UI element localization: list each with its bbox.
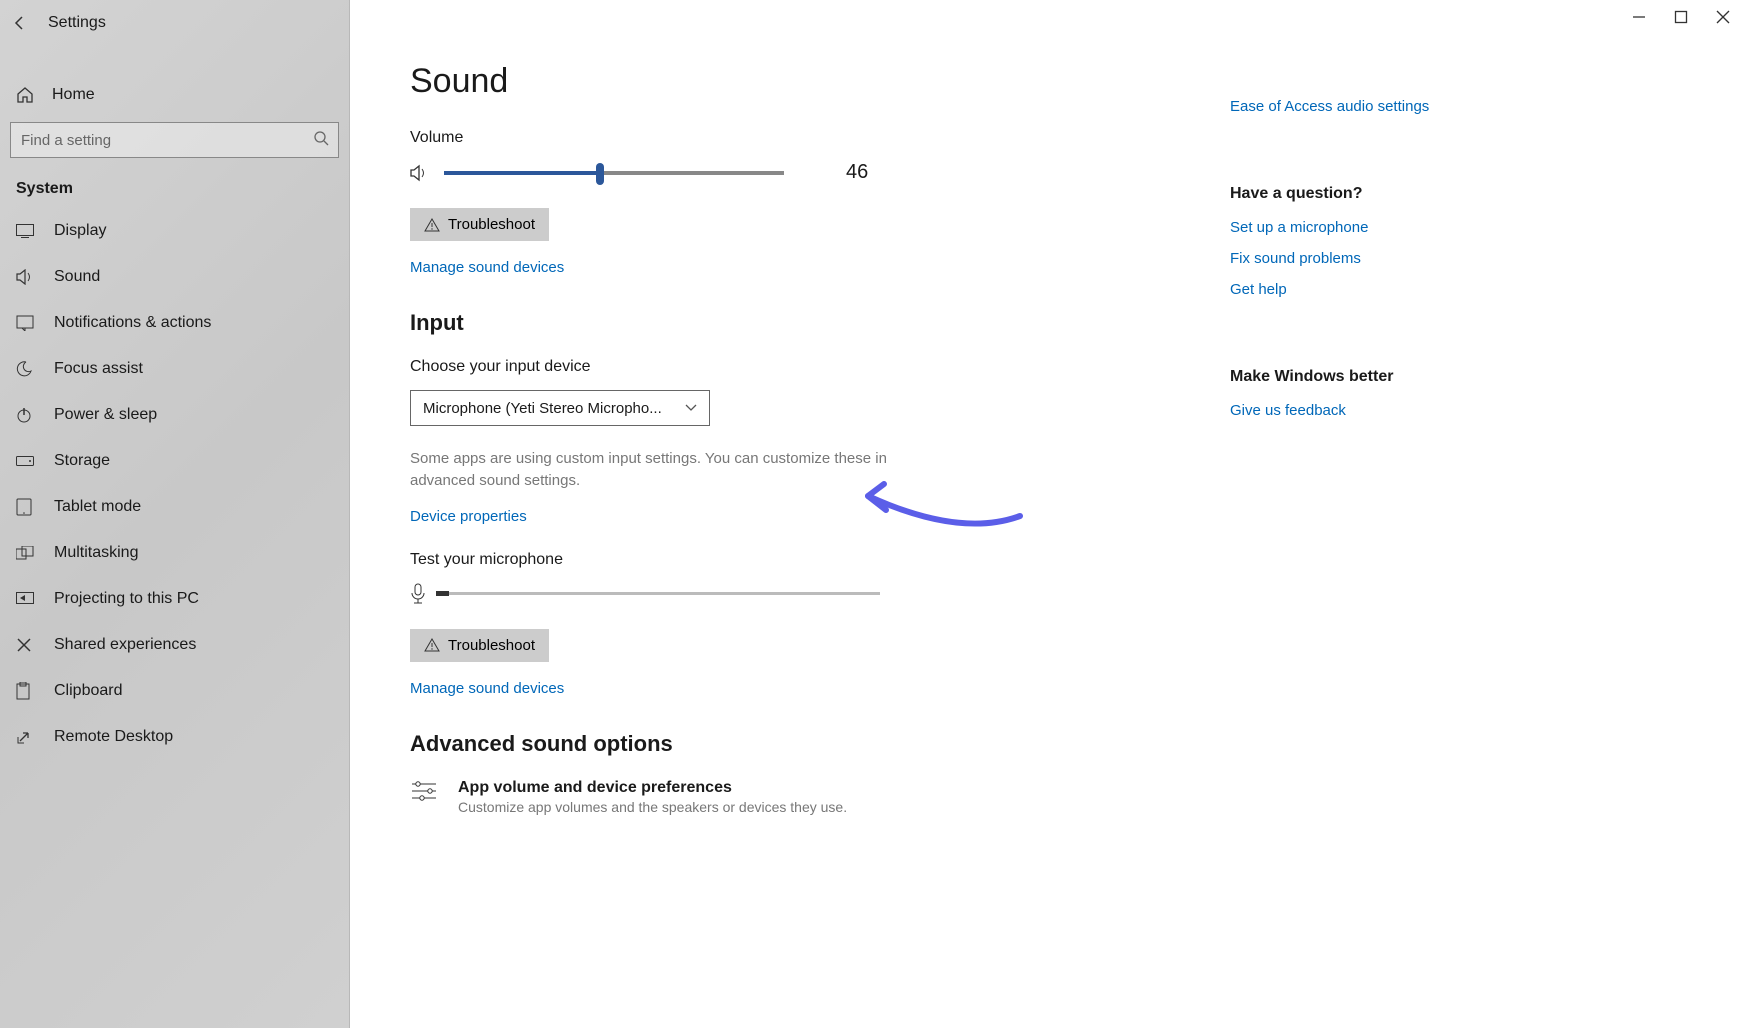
troubleshoot-output-button[interactable]: Troubleshoot xyxy=(410,208,549,241)
home-icon xyxy=(16,86,36,104)
app-volume-title: App volume and device preferences xyxy=(458,779,847,797)
back-button[interactable]: Settings xyxy=(0,6,349,40)
setup-mic-link[interactable]: Set up a microphone xyxy=(1230,219,1490,236)
troubleshoot-label: Troubleshoot xyxy=(448,216,535,233)
back-arrow-icon xyxy=(12,15,32,31)
better-heading: Make Windows better xyxy=(1230,368,1490,386)
sidebar-item-notifications[interactable]: Notifications & actions xyxy=(0,300,349,346)
speaker-icon xyxy=(410,164,430,182)
projecting-icon xyxy=(16,592,36,606)
sidebar-item-label: Power & sleep xyxy=(54,406,157,424)
remote-icon xyxy=(16,729,36,745)
sidebar-item-display[interactable]: Display xyxy=(0,208,349,254)
ease-of-access-link[interactable]: Ease of Access audio settings xyxy=(1230,98,1490,115)
warning-icon xyxy=(424,218,440,232)
custom-apps-text: Some apps are using custom input setting… xyxy=(410,448,890,492)
power-icon xyxy=(16,407,36,423)
input-device-dropdown[interactable]: Microphone (Yeti Stereo Micropho... xyxy=(410,390,710,426)
sidebar-item-focus[interactable]: Focus assist xyxy=(0,346,349,392)
volume-slider[interactable] xyxy=(444,171,784,175)
manage-devices-link-output[interactable]: Manage sound devices xyxy=(410,259,564,276)
sidebar-item-label: Display xyxy=(54,222,106,240)
feedback-link[interactable]: Give us feedback xyxy=(1230,402,1490,419)
sidebar-item-label: Shared experiences xyxy=(54,636,196,654)
page-title: Sound xyxy=(410,62,1110,101)
main-content: Sound Volume 46 Troubleshoot Manage soun… xyxy=(350,0,1750,1028)
input-device-selected: Microphone (Yeti Stereo Micropho... xyxy=(423,400,662,417)
category-label: System xyxy=(0,164,349,202)
multitask-icon xyxy=(16,546,36,560)
sidebar-item-label: Tablet mode xyxy=(54,498,141,516)
sidebar-item-label: Projecting to this PC xyxy=(54,590,199,608)
advanced-heading: Advanced sound options xyxy=(410,731,1110,757)
app-volume-item[interactable]: App volume and device preferences Custom… xyxy=(410,779,1110,815)
home-label: Home xyxy=(52,86,95,104)
sidebar-item-label: Sound xyxy=(54,268,100,286)
tablet-icon xyxy=(16,498,36,516)
window-title: Settings xyxy=(48,14,106,32)
sidebar-item-storage[interactable]: Storage xyxy=(0,438,349,484)
volume-value: 46 xyxy=(846,161,868,184)
sidebar-item-sound[interactable]: Sound xyxy=(0,254,349,300)
sidebar-item-shared[interactable]: Shared experiences xyxy=(0,622,349,668)
sidebar-item-tablet[interactable]: Tablet mode xyxy=(0,484,349,530)
sidebar-item-label: Clipboard xyxy=(54,682,122,700)
search-icon xyxy=(313,130,329,146)
home-button[interactable]: Home xyxy=(0,74,349,116)
volume-label: Volume xyxy=(410,129,1110,147)
fix-sound-link[interactable]: Fix sound problems xyxy=(1230,250,1490,267)
get-help-link[interactable]: Get help xyxy=(1230,281,1490,298)
sliders-icon xyxy=(410,779,440,803)
warning-icon xyxy=(424,638,440,652)
test-mic-label: Test your microphone xyxy=(410,551,1110,569)
close-button[interactable] xyxy=(1716,10,1730,24)
sidebar-item-label: Focus assist xyxy=(54,360,143,378)
chevron-down-icon xyxy=(685,404,697,412)
sidebar-item-power[interactable]: Power & sleep xyxy=(0,392,349,438)
sidebar-item-label: Multitasking xyxy=(54,544,138,562)
sidebar-item-label: Remote Desktop xyxy=(54,728,173,746)
window-controls xyxy=(1616,2,1746,32)
search-wrap xyxy=(0,122,349,158)
sound-icon xyxy=(16,269,36,285)
question-heading: Have a question? xyxy=(1230,185,1490,203)
manage-devices-link-input[interactable]: Manage sound devices xyxy=(410,680,564,697)
search-input[interactable] xyxy=(10,122,339,158)
microphone-icon xyxy=(410,583,426,605)
storage-icon xyxy=(16,456,36,466)
display-icon xyxy=(16,224,36,238)
sidebar-item-clipboard[interactable]: Clipboard xyxy=(0,668,349,714)
sidebar-item-multitask[interactable]: Multitasking xyxy=(0,530,349,576)
mic-level-bar xyxy=(436,592,880,595)
sidebar-item-label: Storage xyxy=(54,452,110,470)
input-heading: Input xyxy=(410,310,1110,336)
app-volume-sub: Customize app volumes and the speakers o… xyxy=(458,799,847,815)
choose-input-label: Choose your input device xyxy=(410,358,1110,376)
clipboard-icon xyxy=(16,682,36,700)
moon-icon xyxy=(16,361,36,377)
notifications-icon xyxy=(16,315,36,331)
troubleshoot-label: Troubleshoot xyxy=(448,637,535,654)
sidebar: Settings Home System Display Sound xyxy=(0,0,350,1028)
nav-list: Display Sound Notifications & actions Fo… xyxy=(0,208,349,760)
sidebar-item-remote[interactable]: Remote Desktop xyxy=(0,714,349,760)
shared-icon xyxy=(16,637,36,653)
minimize-button[interactable] xyxy=(1632,10,1646,24)
right-rail: Ease of Access audio settings Have a que… xyxy=(1230,98,1490,433)
device-properties-link[interactable]: Device properties xyxy=(410,508,527,525)
maximize-button[interactable] xyxy=(1674,10,1688,24)
troubleshoot-input-button[interactable]: Troubleshoot xyxy=(410,629,549,662)
sidebar-item-projecting[interactable]: Projecting to this PC xyxy=(0,576,349,622)
sidebar-item-label: Notifications & actions xyxy=(54,314,211,332)
